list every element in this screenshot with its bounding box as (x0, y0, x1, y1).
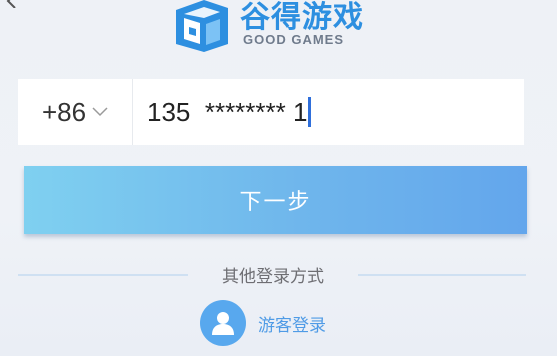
country-code-value: +86 (41, 96, 87, 127)
phone-number-value: 135 ******** 1 (147, 96, 308, 127)
back-arrow-icon[interactable] (4, 0, 18, 8)
next-step-label: 下一步 (239, 190, 312, 215)
text-caret (308, 97, 312, 127)
brand-name-cn: 谷得游戏 (240, 0, 364, 35)
next-step-button[interactable]: 下一步 (24, 166, 527, 234)
divider-right (358, 274, 526, 276)
user-icon (212, 312, 234, 335)
good-games-logo-icon (176, 0, 228, 52)
other-login-methods-label: 其他登录方式 (222, 267, 324, 287)
phone-row: +86 135 ******** 1 (18, 79, 524, 145)
brand-logo: 谷得游戏 GOOD GAMES (170, 0, 380, 52)
country-code-selector[interactable]: +86 (18, 79, 133, 145)
guest-login-button[interactable]: 游客登录 (200, 300, 326, 346)
chevron-down-icon (92, 107, 108, 117)
brand-name-en: GOOD GAMES (243, 32, 345, 47)
guest-avatar (200, 300, 246, 346)
guest-login-label: 游客登录 (258, 315, 326, 336)
divider-left (18, 274, 188, 276)
phone-number-input[interactable]: 135 ******** 1 (133, 79, 524, 145)
